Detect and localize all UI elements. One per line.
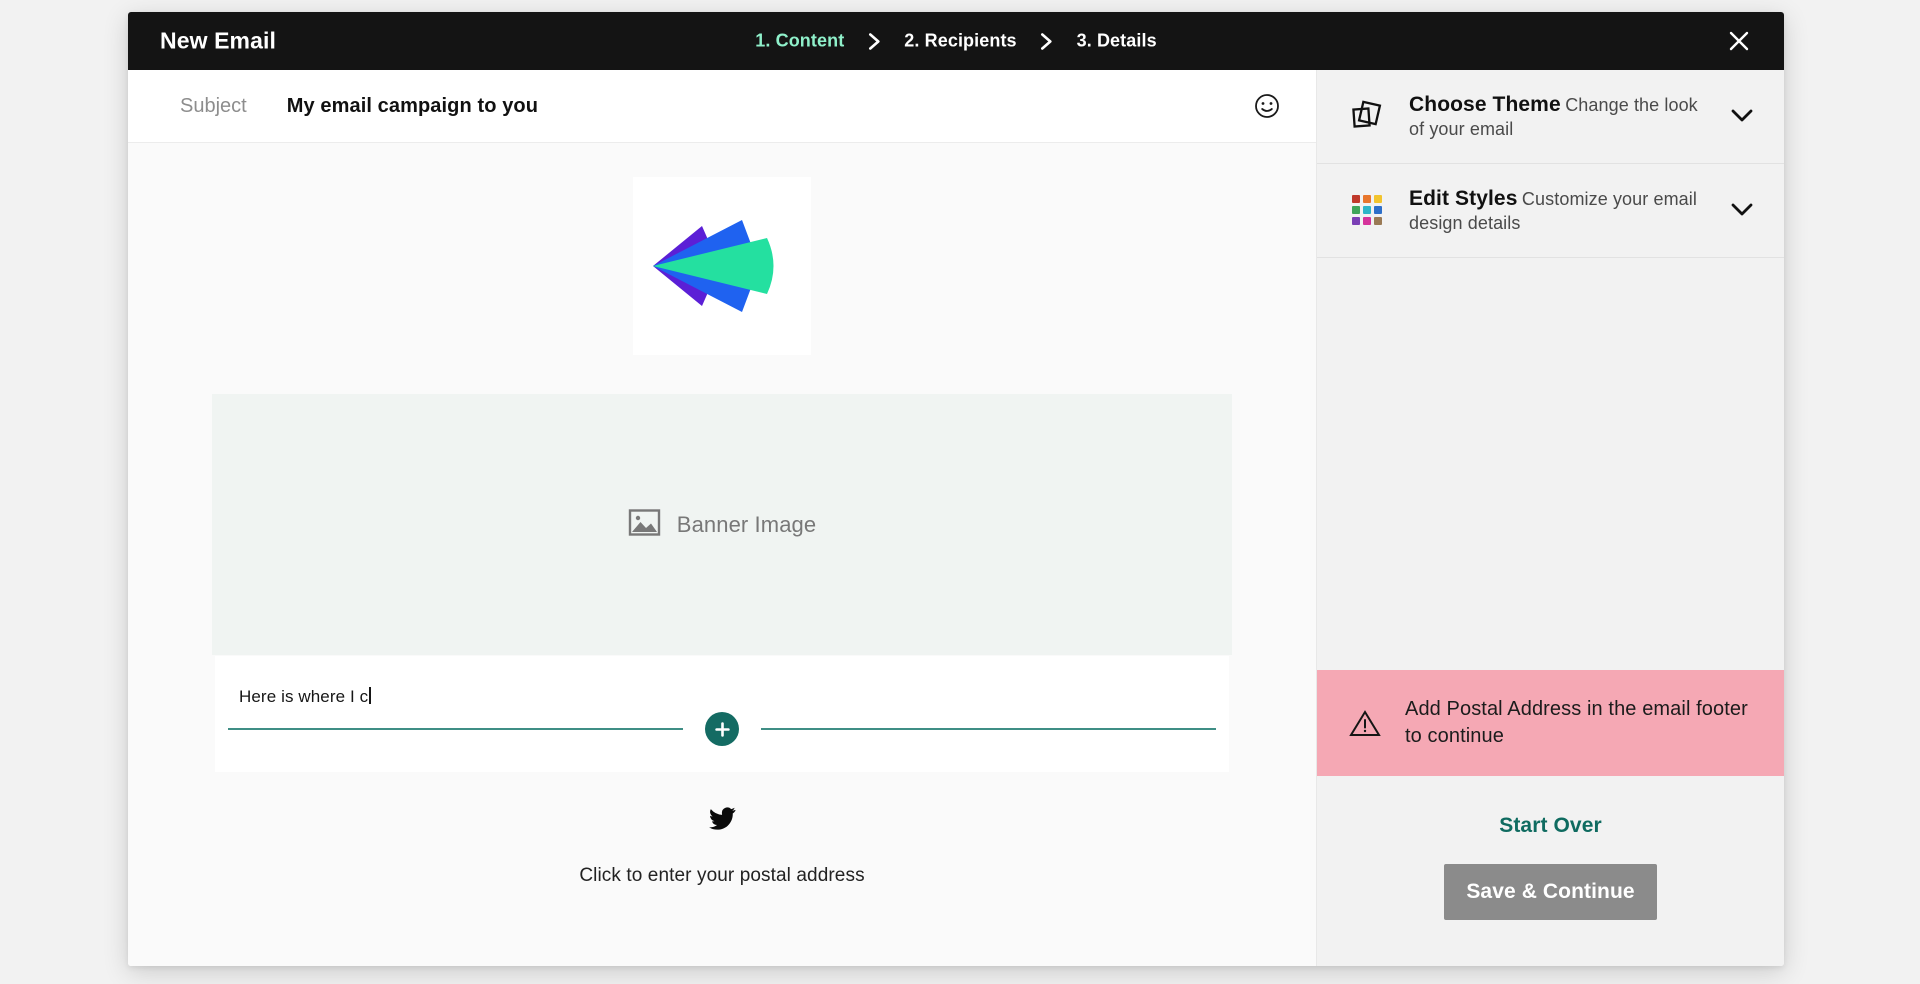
swatch-5 — [1363, 206, 1371, 215]
subject-label: Subject — [180, 94, 247, 117]
modal-body: Subject My email campaign to you Banner … — [128, 70, 1784, 966]
swatch-6 — [1374, 206, 1382, 215]
design-sidebar: Choose Theme Change the look of your ema… — [1316, 70, 1784, 966]
chevron-right-icon — [844, 31, 904, 51]
divider-line-right — [761, 728, 1216, 730]
sidebar-panel-edit-styles[interactable]: Edit Styles Customize your email design … — [1317, 163, 1784, 258]
swatch-2 — [1363, 195, 1371, 204]
subject-input[interactable]: My email campaign to you — [287, 95, 538, 118]
sidebar-panel-choose-theme[interactable]: Choose Theme Change the look of your ema… — [1317, 70, 1784, 164]
swatch-4 — [1352, 206, 1360, 215]
subject-bar[interactable]: Subject My email campaign to you — [128, 70, 1316, 143]
image-placeholder-icon — [628, 506, 661, 544]
page-title: New Email — [160, 27, 276, 54]
smiley-face-icon[interactable] — [1252, 91, 1282, 121]
chevron-down-icon[interactable] — [1728, 108, 1756, 124]
divider-line-left — [228, 728, 683, 730]
twitter-icon[interactable] — [708, 807, 736, 835]
modal-header: New Email 1. Content 2. Recipients 3. De… — [128, 12, 1784, 70]
email-body-text[interactable]: Here is where I c — [239, 687, 371, 707]
email-body-value: Here is where I c — [239, 687, 369, 706]
step-3-details[interactable]: 3. Details — [1077, 31, 1157, 52]
banner-image-placeholder[interactable]: Banner Image — [212, 394, 1232, 655]
sidebar-panel-text: Edit Styles Customize your email design … — [1409, 186, 1706, 235]
color-palette-grid-icon — [1347, 195, 1387, 226]
close-icon[interactable] — [1722, 24, 1756, 58]
edit-styles-title: Edit Styles — [1409, 186, 1518, 210]
choose-theme-title: Choose Theme — [1409, 93, 1561, 116]
postal-address-prompt[interactable]: Click to enter your postal address — [579, 865, 864, 887]
warning-triangle-icon — [1347, 709, 1383, 738]
chevron-down-icon[interactable] — [1728, 202, 1756, 218]
color-swatch-grid — [1352, 195, 1382, 226]
save-and-continue-button[interactable]: Save & Continue — [1444, 864, 1657, 920]
brand-fan-logo[interactable] — [633, 177, 811, 355]
alert-message: Add Postal Address in the email footer t… — [1405, 698, 1748, 747]
swatch-8 — [1363, 217, 1371, 226]
email-editor-pane: Subject My email campaign to you Banner … — [128, 70, 1316, 966]
chevron-right-icon — [1017, 31, 1077, 51]
status-badge: Add Postal Address in the email footer t… — [1317, 670, 1784, 776]
text-caret — [369, 687, 371, 704]
social-links-block[interactable] — [708, 807, 736, 835]
add-block-button[interactable] — [705, 712, 739, 746]
email-text-block[interactable]: Here is where I c — [215, 656, 1229, 772]
swatch-9 — [1374, 217, 1382, 226]
new-email-modal: New Email 1. Content 2. Recipients 3. De… — [128, 12, 1784, 966]
step-2-recipients[interactable]: 2. Recipients — [904, 31, 1016, 52]
email-canvas: Banner Image Here is where I c Click to … — [128, 143, 1316, 966]
step-1-content[interactable]: 1. Content — [755, 31, 844, 52]
swatch-3 — [1374, 195, 1382, 204]
swatch-1 — [1352, 195, 1360, 204]
sidebar-panel-text: Choose Theme Change the look of your ema… — [1409, 92, 1706, 141]
banner-image-label: Banner Image — [676, 511, 817, 537]
step-wizard-nav: 1. Content 2. Recipients 3. Details — [755, 31, 1156, 52]
sidebar-actions: Start Over Save & Continue — [1317, 776, 1784, 966]
add-block-divider — [215, 712, 1229, 746]
swatch-7 — [1352, 217, 1360, 226]
theme-cards-icon — [1347, 99, 1387, 133]
start-over-button[interactable]: Start Over — [1499, 814, 1602, 838]
